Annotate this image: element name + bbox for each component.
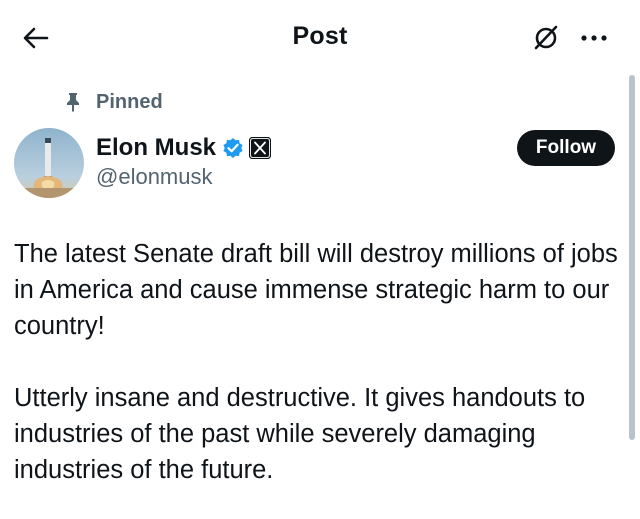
verified-badge-icon[interactable] (222, 137, 244, 159)
x-logo-icon[interactable] (249, 137, 272, 159)
pinned-label: Pinned (96, 90, 163, 113)
scrollbar[interactable] (629, 75, 635, 440)
author-name-row: Elon Musk (96, 132, 272, 164)
avatar[interactable] (14, 128, 84, 198)
top-bar: Post (0, 0, 640, 76)
more-horizontal-icon (581, 35, 607, 41)
pin-icon (64, 92, 84, 112)
grok-icon (534, 25, 558, 50)
author-display-name[interactable]: Elon Musk (96, 134, 216, 162)
grok-button[interactable] (528, 20, 564, 56)
author-handle[interactable]: @elonmusk (96, 164, 213, 190)
more-options-button[interactable] (572, 20, 616, 56)
pinned-indicator: Pinned (64, 88, 163, 116)
follow-button[interactable]: Follow (517, 130, 615, 166)
post-text: The latest Senate draft bill will destro… (14, 240, 618, 484)
